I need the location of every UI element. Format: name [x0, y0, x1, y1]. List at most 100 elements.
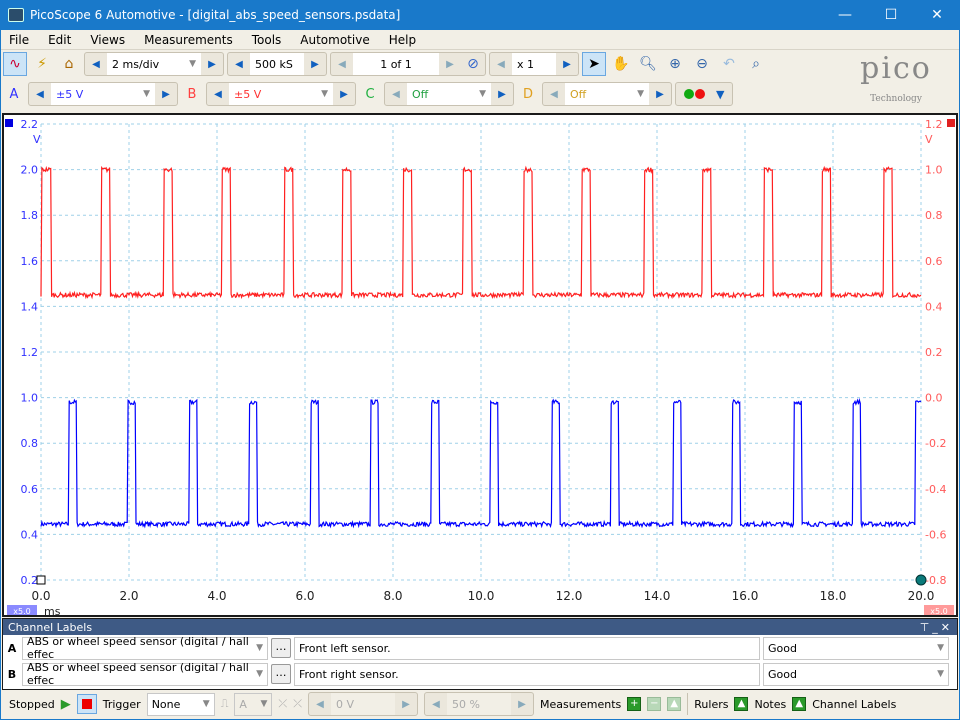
- channel-d-range[interactable]: Off ▼: [565, 83, 649, 105]
- right-tick-label: 0.0: [925, 392, 943, 405]
- trigger-mode-select[interactable]: None ▼: [146, 692, 215, 716]
- channel-c-range-decrease[interactable]: ◀: [385, 89, 407, 100]
- waveform-chart[interactable]: 0.0 2.0 4.0 6.0 8.0 10.0 12.0 14.0 16.0 18.0 20.0 2…: [4, 115, 956, 618]
- menu-tools[interactable]: Tools: [252, 33, 282, 47]
- minimize-button[interactable]: —: [822, 7, 868, 23]
- pretrigger-increase[interactable]: ▶: [511, 699, 533, 710]
- menu-automotive[interactable]: Automotive: [300, 33, 369, 47]
- run-icon[interactable]: ▶: [61, 697, 71, 712]
- more-button[interactable]: …: [271, 664, 291, 684]
- channel-c-label[interactable]: C: [359, 87, 381, 102]
- scope-view[interactable]: 0.0 2.0 4.0 6.0 8.0 10.0 12.0 14.0 16.0 18.0 20.0 2…: [2, 113, 958, 618]
- rulers-button[interactable]: ▲: [734, 697, 749, 711]
- maximize-button[interactable]: ☐: [868, 7, 914, 23]
- channel-b-zoom-badge-text: x5.0: [930, 607, 947, 615]
- notes-button[interactable]: ▲: [792, 697, 807, 711]
- threshold-value[interactable]: 0 V: [331, 693, 396, 715]
- left-tick-label: 1.6: [21, 255, 39, 268]
- buffer-next[interactable]: ▶: [439, 59, 461, 70]
- edit-measurement-button[interactable]: ▲: [667, 697, 682, 711]
- menu-measurements[interactable]: Measurements: [144, 33, 233, 47]
- trigger-channel-select[interactable]: A ▼: [234, 692, 273, 716]
- channel-d-label[interactable]: D: [517, 87, 539, 102]
- left-tick-label: 1.2: [21, 346, 39, 359]
- channel-b-range-decrease[interactable]: ◀: [207, 89, 229, 100]
- pointer-icon[interactable]: ➤: [582, 52, 606, 76]
- timebase-select[interactable]: 2 ms/div ▼: [107, 53, 201, 75]
- close-button[interactable]: ✕: [914, 7, 960, 23]
- channel-b-range-increase[interactable]: ▶: [333, 89, 355, 100]
- left-tick-label: 0.8: [21, 437, 39, 450]
- trigger-channel-value: A: [239, 697, 247, 711]
- zoom-fit-icon[interactable]: ⌕: [744, 52, 768, 76]
- menu-bar: File Edit Views Measurements Tools Autom…: [1, 30, 959, 50]
- zoom-in-icon[interactable]: ⊕: [663, 52, 687, 76]
- sensor-type-select[interactable]: ABS or wheel speed sensor (digital / hal…: [22, 661, 268, 687]
- zoom-out-icon[interactable]: ⊖: [690, 52, 714, 76]
- home-icon[interactable]: ⌂: [57, 52, 81, 76]
- channel-b-label[interactable]: B: [181, 87, 203, 102]
- channel-d-range-decrease[interactable]: ◀: [543, 89, 565, 100]
- zoom-area-icon[interactable]: 🔍︎: [636, 52, 660, 76]
- zoom-decrease[interactable]: ◀: [490, 59, 512, 70]
- pretrigger-decrease[interactable]: ◀: [425, 699, 447, 710]
- channel-a-marker: [5, 119, 13, 127]
- panel-pin-close-icons[interactable]: ⊤_✕: [920, 621, 953, 634]
- timebase-increase[interactable]: ▶: [201, 59, 223, 70]
- channel-c-range[interactable]: Off ▼: [407, 83, 491, 105]
- samples-decrease[interactable]: ◀: [228, 59, 250, 70]
- ruler-x2-icon[interactable]: ⤫: [293, 697, 302, 711]
- logo-text: pico: [860, 51, 932, 86]
- ruler-x-icon[interactable]: ⤫: [278, 697, 287, 711]
- remove-measurement-button[interactable]: −: [647, 697, 662, 711]
- buffer-index[interactable]: 1 of 1: [353, 53, 439, 75]
- channel-c-range-increase[interactable]: ▶: [491, 89, 513, 100]
- menu-help[interactable]: Help: [389, 33, 416, 47]
- channel-b-marker: [947, 119, 955, 127]
- menu-views[interactable]: Views: [90, 33, 125, 47]
- right-tick-label: -0.8: [925, 574, 946, 587]
- zoom-increase[interactable]: ▶: [556, 59, 578, 70]
- note-field[interactable]: Front left sensor.: [294, 636, 760, 660]
- channel-d-range-increase[interactable]: ▶: [649, 89, 671, 100]
- zoom-value[interactable]: x 1: [512, 53, 556, 75]
- channel-options-button[interactable]: ▼: [675, 82, 734, 106]
- undo-zoom-icon[interactable]: ↶: [717, 52, 741, 76]
- threshold-increase[interactable]: ▶: [395, 699, 417, 710]
- status-select[interactable]: Good ▼: [763, 662, 949, 686]
- compass-icon[interactable]: ⊘: [461, 52, 485, 76]
- timebase-decrease[interactable]: ◀: [85, 59, 107, 70]
- trigger-edge-icon[interactable]: ⎍: [221, 697, 229, 711]
- channel-b-range[interactable]: ±5 V ▼: [229, 83, 333, 105]
- pretrigger-value[interactable]: 50 %: [447, 693, 512, 715]
- chevron-down-icon: ▼: [321, 89, 328, 99]
- channel-a-label[interactable]: A: [3, 87, 25, 102]
- sensor-type-value: ABS or wheel speed sensor (digital / hal…: [27, 635, 249, 661]
- menu-edit[interactable]: Edit: [48, 33, 71, 47]
- x-tick-label: 8.0: [383, 589, 402, 603]
- status-select[interactable]: Good ▼: [763, 636, 949, 660]
- auto-setup-icon[interactable]: ⚡: [30, 52, 54, 76]
- channel-a-zoom-badge-text: x5.0: [13, 607, 30, 615]
- threshold-decrease[interactable]: ◀: [309, 699, 331, 710]
- channel-a-range-decrease[interactable]: ◀: [29, 89, 51, 100]
- channel-a-range[interactable]: ±5 V ▼: [51, 83, 155, 105]
- chevron-down-icon[interactable]: ▼: [716, 88, 724, 101]
- x-tick-label: 16.0: [732, 589, 759, 603]
- scope-mode-icon[interactable]: ∿: [3, 52, 27, 76]
- menu-file[interactable]: File: [9, 33, 29, 47]
- x-axis-unit: ms: [44, 605, 61, 615]
- right-tick-label: 1.2: [925, 118, 943, 131]
- sensor-type-select[interactable]: ABS or wheel speed sensor (digital / hal…: [22, 635, 268, 661]
- buffer-prev[interactable]: ◀: [331, 59, 353, 70]
- left-axis-unit: V: [33, 133, 41, 146]
- channel-a-range-increase[interactable]: ▶: [155, 89, 177, 100]
- note-field[interactable]: Front right sensor.: [294, 662, 760, 686]
- left-tick-label: 2.0: [21, 164, 39, 177]
- samples-increase[interactable]: ▶: [304, 59, 326, 70]
- add-measurement-button[interactable]: +: [627, 697, 642, 711]
- more-button[interactable]: …: [271, 638, 291, 658]
- stop-button[interactable]: [76, 694, 97, 714]
- samples-select[interactable]: 500 kS: [250, 53, 304, 75]
- hand-icon[interactable]: ✋: [609, 52, 633, 76]
